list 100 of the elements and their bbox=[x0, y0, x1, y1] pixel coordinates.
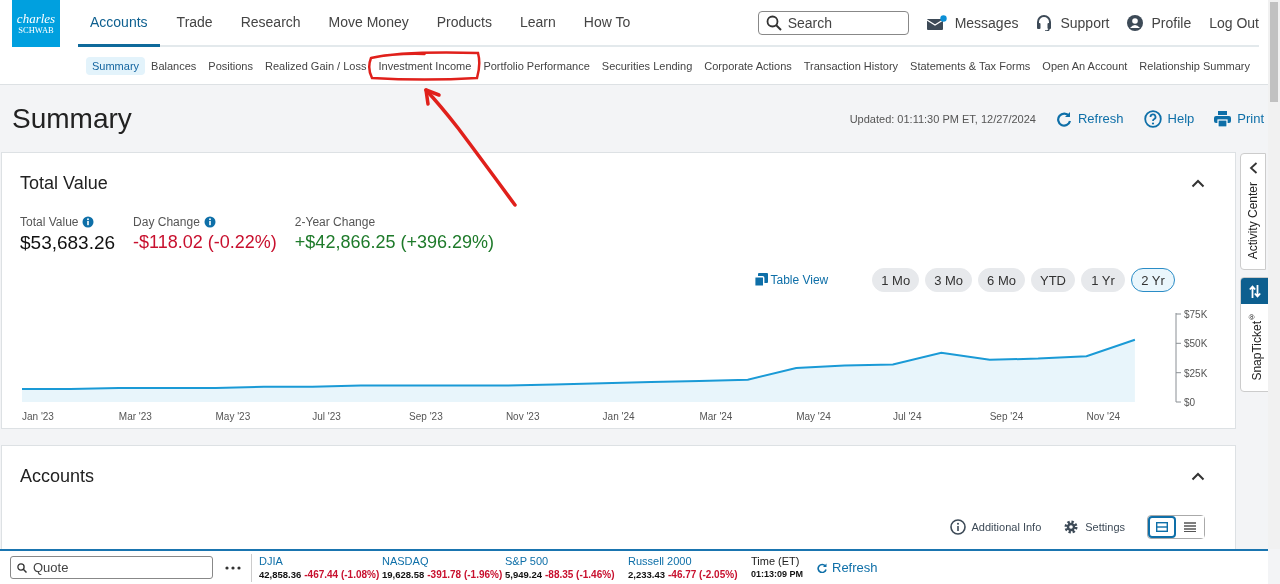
print-link[interactable]: Print bbox=[1214, 110, 1264, 127]
time-label: Time (ET) bbox=[751, 554, 801, 568]
scroll-thumb[interactable] bbox=[1270, 2, 1278, 102]
logo-text: charles bbox=[16, 12, 56, 25]
subnav-tab[interactable]: Open An Account bbox=[1036, 56, 1134, 75]
page-title: Summary bbox=[12, 102, 132, 135]
axis-label: May '24 bbox=[796, 411, 831, 422]
printer-icon bbox=[1214, 110, 1232, 127]
index-change: -467.44 (-1.08%) bbox=[304, 567, 380, 581]
logo-text: SCHWAB bbox=[18, 24, 54, 35]
nav-tab[interactable]: Move Money bbox=[317, 0, 420, 47]
index-value: 19,628.58 bbox=[382, 567, 425, 581]
rows-icon bbox=[1156, 522, 1168, 532]
time-value: 01:13:09 PM bbox=[751, 567, 805, 581]
settings-link[interactable]: Settings bbox=[1063, 519, 1125, 535]
help-link[interactable]: Help bbox=[1143, 109, 1195, 128]
range-button[interactable]: 3 Mo bbox=[925, 268, 973, 292]
card-title: Accounts bbox=[20, 466, 95, 487]
scrollbar[interactable] bbox=[1268, 0, 1280, 549]
index-value: 42,858.36 bbox=[259, 567, 302, 581]
subnav-tab[interactable]: Relationship Summary bbox=[1133, 56, 1256, 75]
axis-label: $25K bbox=[1184, 367, 1208, 379]
axis-label: $50K bbox=[1184, 338, 1208, 350]
nav-tab[interactable]: Research bbox=[229, 0, 312, 47]
search-icon bbox=[765, 14, 782, 31]
index-value: 2,233.43 bbox=[628, 567, 665, 581]
index-name-link[interactable]: Russell 2000 bbox=[628, 554, 751, 568]
axis-label: Mar '23 bbox=[118, 411, 152, 422]
info-icon bbox=[949, 519, 966, 535]
subnav-tab[interactable]: Securities Lending bbox=[595, 56, 699, 75]
nav-tab[interactable]: Learn bbox=[509, 0, 567, 47]
nav-tab[interactable]: How To bbox=[572, 0, 642, 47]
nav-tab[interactable]: Trade bbox=[165, 0, 224, 47]
subnav-tab[interactable]: Positions bbox=[202, 56, 259, 75]
card-view-button[interactable] bbox=[1148, 516, 1176, 538]
axis-label: Nov '24 bbox=[1086, 411, 1121, 422]
axis-label: Mar '24 bbox=[699, 411, 733, 422]
chevron-up-icon[interactable] bbox=[1191, 472, 1205, 481]
quote-field[interactable]: Quote bbox=[10, 556, 213, 579]
index-change: -88.35 (-1.46%) bbox=[545, 567, 615, 581]
axis-label: Jul '24 bbox=[892, 411, 922, 422]
profile-icon bbox=[1127, 14, 1144, 31]
index-value: 5,949.24 bbox=[505, 567, 542, 581]
metric-value: -$118.02 (-0.22%) bbox=[133, 232, 277, 253]
axis-label: Nov '23 bbox=[505, 411, 540, 422]
range-button[interactable]: 1 Mo bbox=[872, 268, 920, 292]
subnav-tab[interactable]: Investment Income bbox=[372, 56, 478, 75]
subnav-tab[interactable]: Realized Gain / Loss bbox=[258, 56, 373, 75]
subnav-tab[interactable]: Portfolio Performance bbox=[477, 56, 596, 75]
axis-label: $0 bbox=[1184, 397, 1196, 408]
axis-label: Jan '24 bbox=[602, 411, 635, 422]
index-change: -46.77 (-2.05%) bbox=[668, 567, 738, 581]
search-icon bbox=[17, 563, 27, 573]
subnav-tab[interactable]: Transaction History bbox=[797, 56, 905, 75]
subnav-tab[interactable]: Balances bbox=[145, 56, 203, 75]
more-icon bbox=[225, 565, 241, 570]
chevron-left-icon bbox=[1248, 162, 1258, 174]
refresh-link[interactable]: Refresh bbox=[1056, 110, 1124, 127]
refresh-link[interactable]: Refresh bbox=[817, 560, 878, 575]
messages-link[interactable]: Messages bbox=[926, 14, 1019, 31]
metric-label: Day Change bbox=[133, 215, 200, 229]
axis-label: Sep '23 bbox=[409, 411, 443, 422]
range-button[interactable]: 2 Yr bbox=[1131, 268, 1175, 292]
updated-timestamp: Updated: 01:11:30 PM ET, 12/27/2024 bbox=[849, 112, 1036, 125]
settings-icon bbox=[1063, 519, 1080, 535]
metric-label: Total Value bbox=[20, 215, 79, 229]
copy-icon bbox=[754, 273, 769, 287]
subnav-tab[interactable]: Corporate Actions bbox=[698, 56, 798, 75]
axis-label: Sep '24 bbox=[989, 411, 1024, 422]
table-view-link[interactable]: Table View bbox=[754, 273, 829, 287]
range-button[interactable]: YTD bbox=[1031, 268, 1075, 292]
chevron-up-icon[interactable] bbox=[1191, 179, 1205, 188]
help-icon bbox=[1143, 109, 1162, 128]
index-name-link[interactable]: DJIA bbox=[259, 554, 382, 568]
index-change: -391.78 (-1.96%) bbox=[427, 567, 503, 581]
axis-label: Jul '23 bbox=[312, 411, 341, 422]
swap-arrows-icon bbox=[1249, 284, 1261, 298]
support-link[interactable]: Support bbox=[1036, 14, 1110, 31]
logout-link[interactable]: Log Out bbox=[1209, 14, 1259, 31]
metric-value: +$42,866.25 (+396.29%) bbox=[294, 232, 494, 253]
axis-label: May '23 bbox=[215, 411, 251, 422]
additional-info-link[interactable]: Additional Info bbox=[949, 519, 1042, 535]
axis-label: Jan '23 bbox=[22, 411, 54, 422]
refresh-icon bbox=[817, 562, 827, 573]
range-button[interactable]: 6 Mo bbox=[978, 268, 1025, 292]
headset-icon bbox=[1036, 14, 1053, 31]
card-title: Total Value bbox=[20, 173, 108, 194]
axis-label: $75K bbox=[1184, 309, 1208, 320]
range-button[interactable]: 1 Yr bbox=[1081, 268, 1125, 292]
index-name-link[interactable]: S&P 500 bbox=[505, 554, 628, 568]
list-icon bbox=[1184, 522, 1196, 532]
refresh-icon bbox=[1056, 110, 1072, 127]
metric-value: $53,683.26 bbox=[20, 232, 116, 254]
subnav-tab[interactable]: Statements & Tax Forms bbox=[904, 56, 1037, 75]
index-name-link[interactable]: NASDAQ bbox=[382, 554, 505, 568]
profile-link[interactable]: Profile bbox=[1127, 14, 1192, 31]
subnav-tab[interactable]: Summary bbox=[86, 56, 146, 75]
nav-tab[interactable]: Products bbox=[425, 0, 503, 47]
search-field[interactable]: Search bbox=[757, 10, 909, 35]
activity-center-tab[interactable]: Activity Center bbox=[1240, 153, 1266, 271]
